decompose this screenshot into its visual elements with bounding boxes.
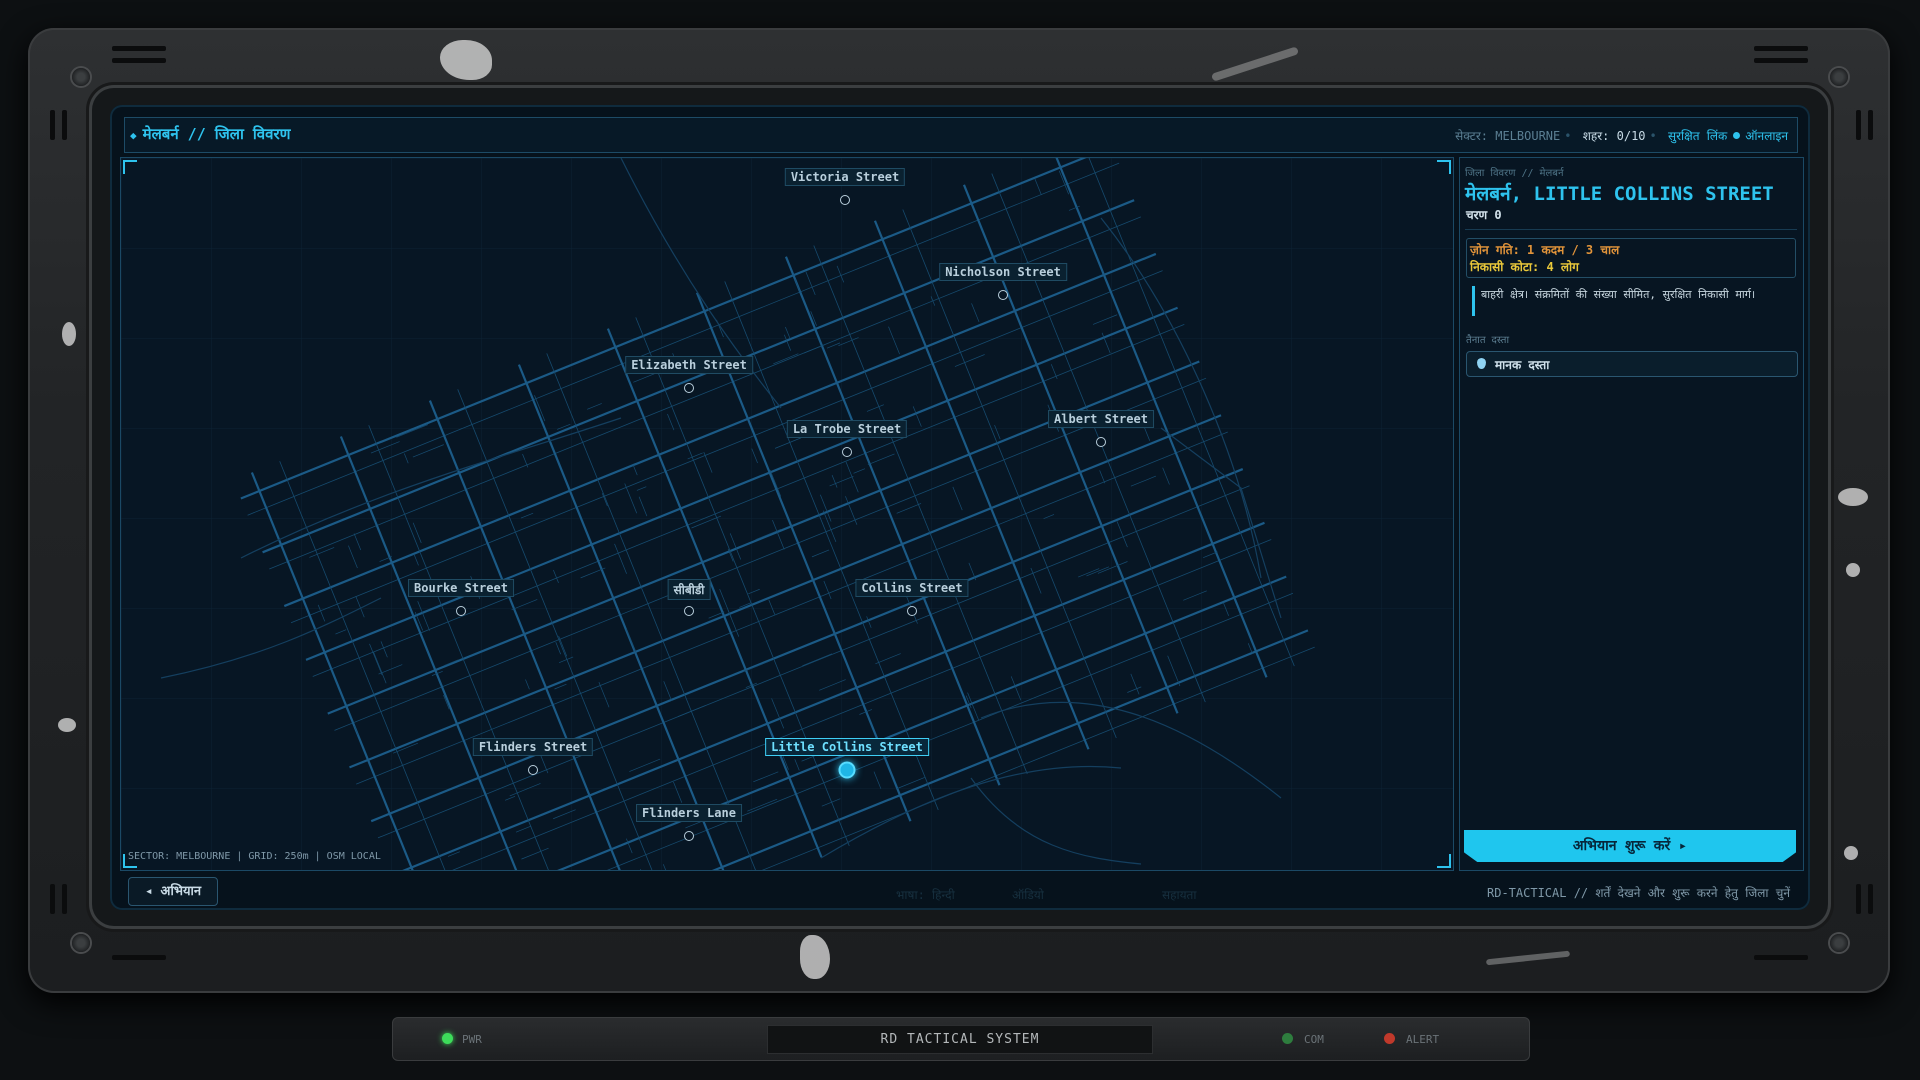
district-title: मेलबर्न, LITTLE COLLINS STREET [1465,183,1774,205]
com-label: COM [1304,1033,1324,1046]
vent-slot [112,58,166,63]
squad-value: मानक दस्ता [1495,358,1550,372]
zone-speed: ज़ोन गति: 1 कदम / 3 चाल [1470,243,1620,257]
district-label[interactable]: Collins Street [855,579,969,597]
district-label[interactable]: Bourke Street [408,579,514,597]
shield-icon [1477,358,1486,369]
paint-splatter [62,322,76,346]
online-dot-icon [1733,132,1741,139]
power-led-icon [442,1033,453,1044]
district-label[interactable]: सीबीडी [667,579,711,600]
district-label[interactable]: La Trobe Street [786,420,908,438]
district-label[interactable]: Nicholson Street [939,263,1067,281]
vent-slot [1856,884,1861,914]
frame-corner [1437,854,1451,868]
com-led-icon [1282,1033,1293,1044]
screw-icon [72,68,90,86]
sector-label: सेक्टर: [1455,129,1488,143]
start-mission-button[interactable]: अभियान शुरू करें ▸ [1464,830,1796,862]
district-pin-icon[interactable] [1096,437,1106,447]
pwr-label: PWR [462,1033,482,1046]
city-value: 0/10 [1616,129,1646,143]
vent-slot [50,110,55,140]
vent-slot [112,46,166,51]
district-pin-icon[interactable] [684,383,694,393]
district-label[interactable]: Victoria Street [784,168,906,186]
paint-splatter [1846,563,1860,577]
district-pin-icon[interactable] [684,606,694,616]
footer-hint: RD-TACTICAL // शर्तें देखने और शुरू करने… [1487,886,1790,900]
map-footer: SECTOR: MELBOURNE | GRID: 250m | OSM LOC… [128,851,381,862]
district-pin-icon[interactable] [907,606,917,616]
district-pin-icon[interactable] [998,290,1008,300]
alert-label: ALERT [1406,1033,1440,1046]
system-label: RD TACTICAL SYSTEM [767,1025,1153,1054]
screw-icon [1830,68,1848,86]
paint-splatter [1838,488,1868,506]
district-pin-icon[interactable] [684,831,694,841]
description-accent [1472,286,1475,316]
secure-link-label: सुरक्षित लिंक [1668,129,1728,143]
district-pin-icon[interactable] [842,447,852,457]
district-map[interactable]: Victoria Street Nicholson Street Elizabeth… [120,157,1454,871]
district-label[interactable]: Flinders Street [472,738,594,756]
vent-slot [1868,884,1873,914]
district-label[interactable]: Albert Street [1048,410,1154,428]
vent-slot [112,955,166,960]
alert-led-icon [1384,1033,1395,1044]
district-pin-icon[interactable] [528,765,538,775]
vent-slot [1754,46,1808,51]
district-description: बाहरी क्षेत्र। संक्रमितों की संख्या सीमि… [1481,288,1756,301]
breadcrumb: ◆ मेलबर्न // जिला विवरण [130,124,290,144]
online-label: ऑनलाइन [1745,129,1788,143]
vent-slot [62,110,67,140]
ghost-language-tab[interactable]: भाषा: हिन्दी [896,886,955,903]
screw-icon [1830,934,1848,952]
status-readout: सेक्टर: MELBOURNE • शहर: 0/10 • सुरक्षित ल… [1455,129,1788,143]
breadcrumb-text: मेलबर्न // जिला विवरण [142,125,291,143]
district-pin-icon[interactable] [456,606,466,616]
street-grid [121,158,1453,870]
ghost-audio-tab[interactable]: ऑडियो [1012,886,1044,903]
vent-slot [1868,110,1873,140]
back-to-campaign-button[interactable]: ◂ अभियान [128,877,218,906]
diamond-icon: ◆ [130,129,137,142]
panel-kicker: जिला विवरण // मेलबर्न [1465,168,1564,179]
sector-value: MELBOURNE [1495,129,1561,143]
district-label[interactable]: Elizabeth Street [625,356,753,374]
city-label: शहर: [1582,129,1610,143]
vent-slot [1754,955,1808,960]
divider [1465,229,1797,230]
stage-label: चरण 0 [1466,208,1502,222]
screw-icon [72,934,90,952]
vent-slot [1856,110,1861,140]
paint-splatter [1844,846,1858,860]
vent-slot [62,884,67,914]
selected-district-pin-icon[interactable] [838,761,856,779]
vent-slot [50,884,55,914]
squad-label: तैनात दस्ता [1466,335,1510,346]
district-label[interactable]: Flinders Lane [636,804,742,822]
district-pin-icon[interactable] [840,195,850,205]
ghost-help-tab[interactable]: सहायता [1162,886,1197,903]
frame-corner [123,160,137,174]
evac-quota: निकासी कोटा: 4 लोग [1470,260,1579,274]
district-label-selected[interactable]: Little Collins Street [765,738,929,756]
vent-slot [1754,58,1808,63]
frame-corner [1437,160,1451,174]
squad-selector[interactable]: मानक दस्ता [1466,351,1798,377]
paint-splatter [58,718,76,732]
paint-splatter [800,935,830,979]
